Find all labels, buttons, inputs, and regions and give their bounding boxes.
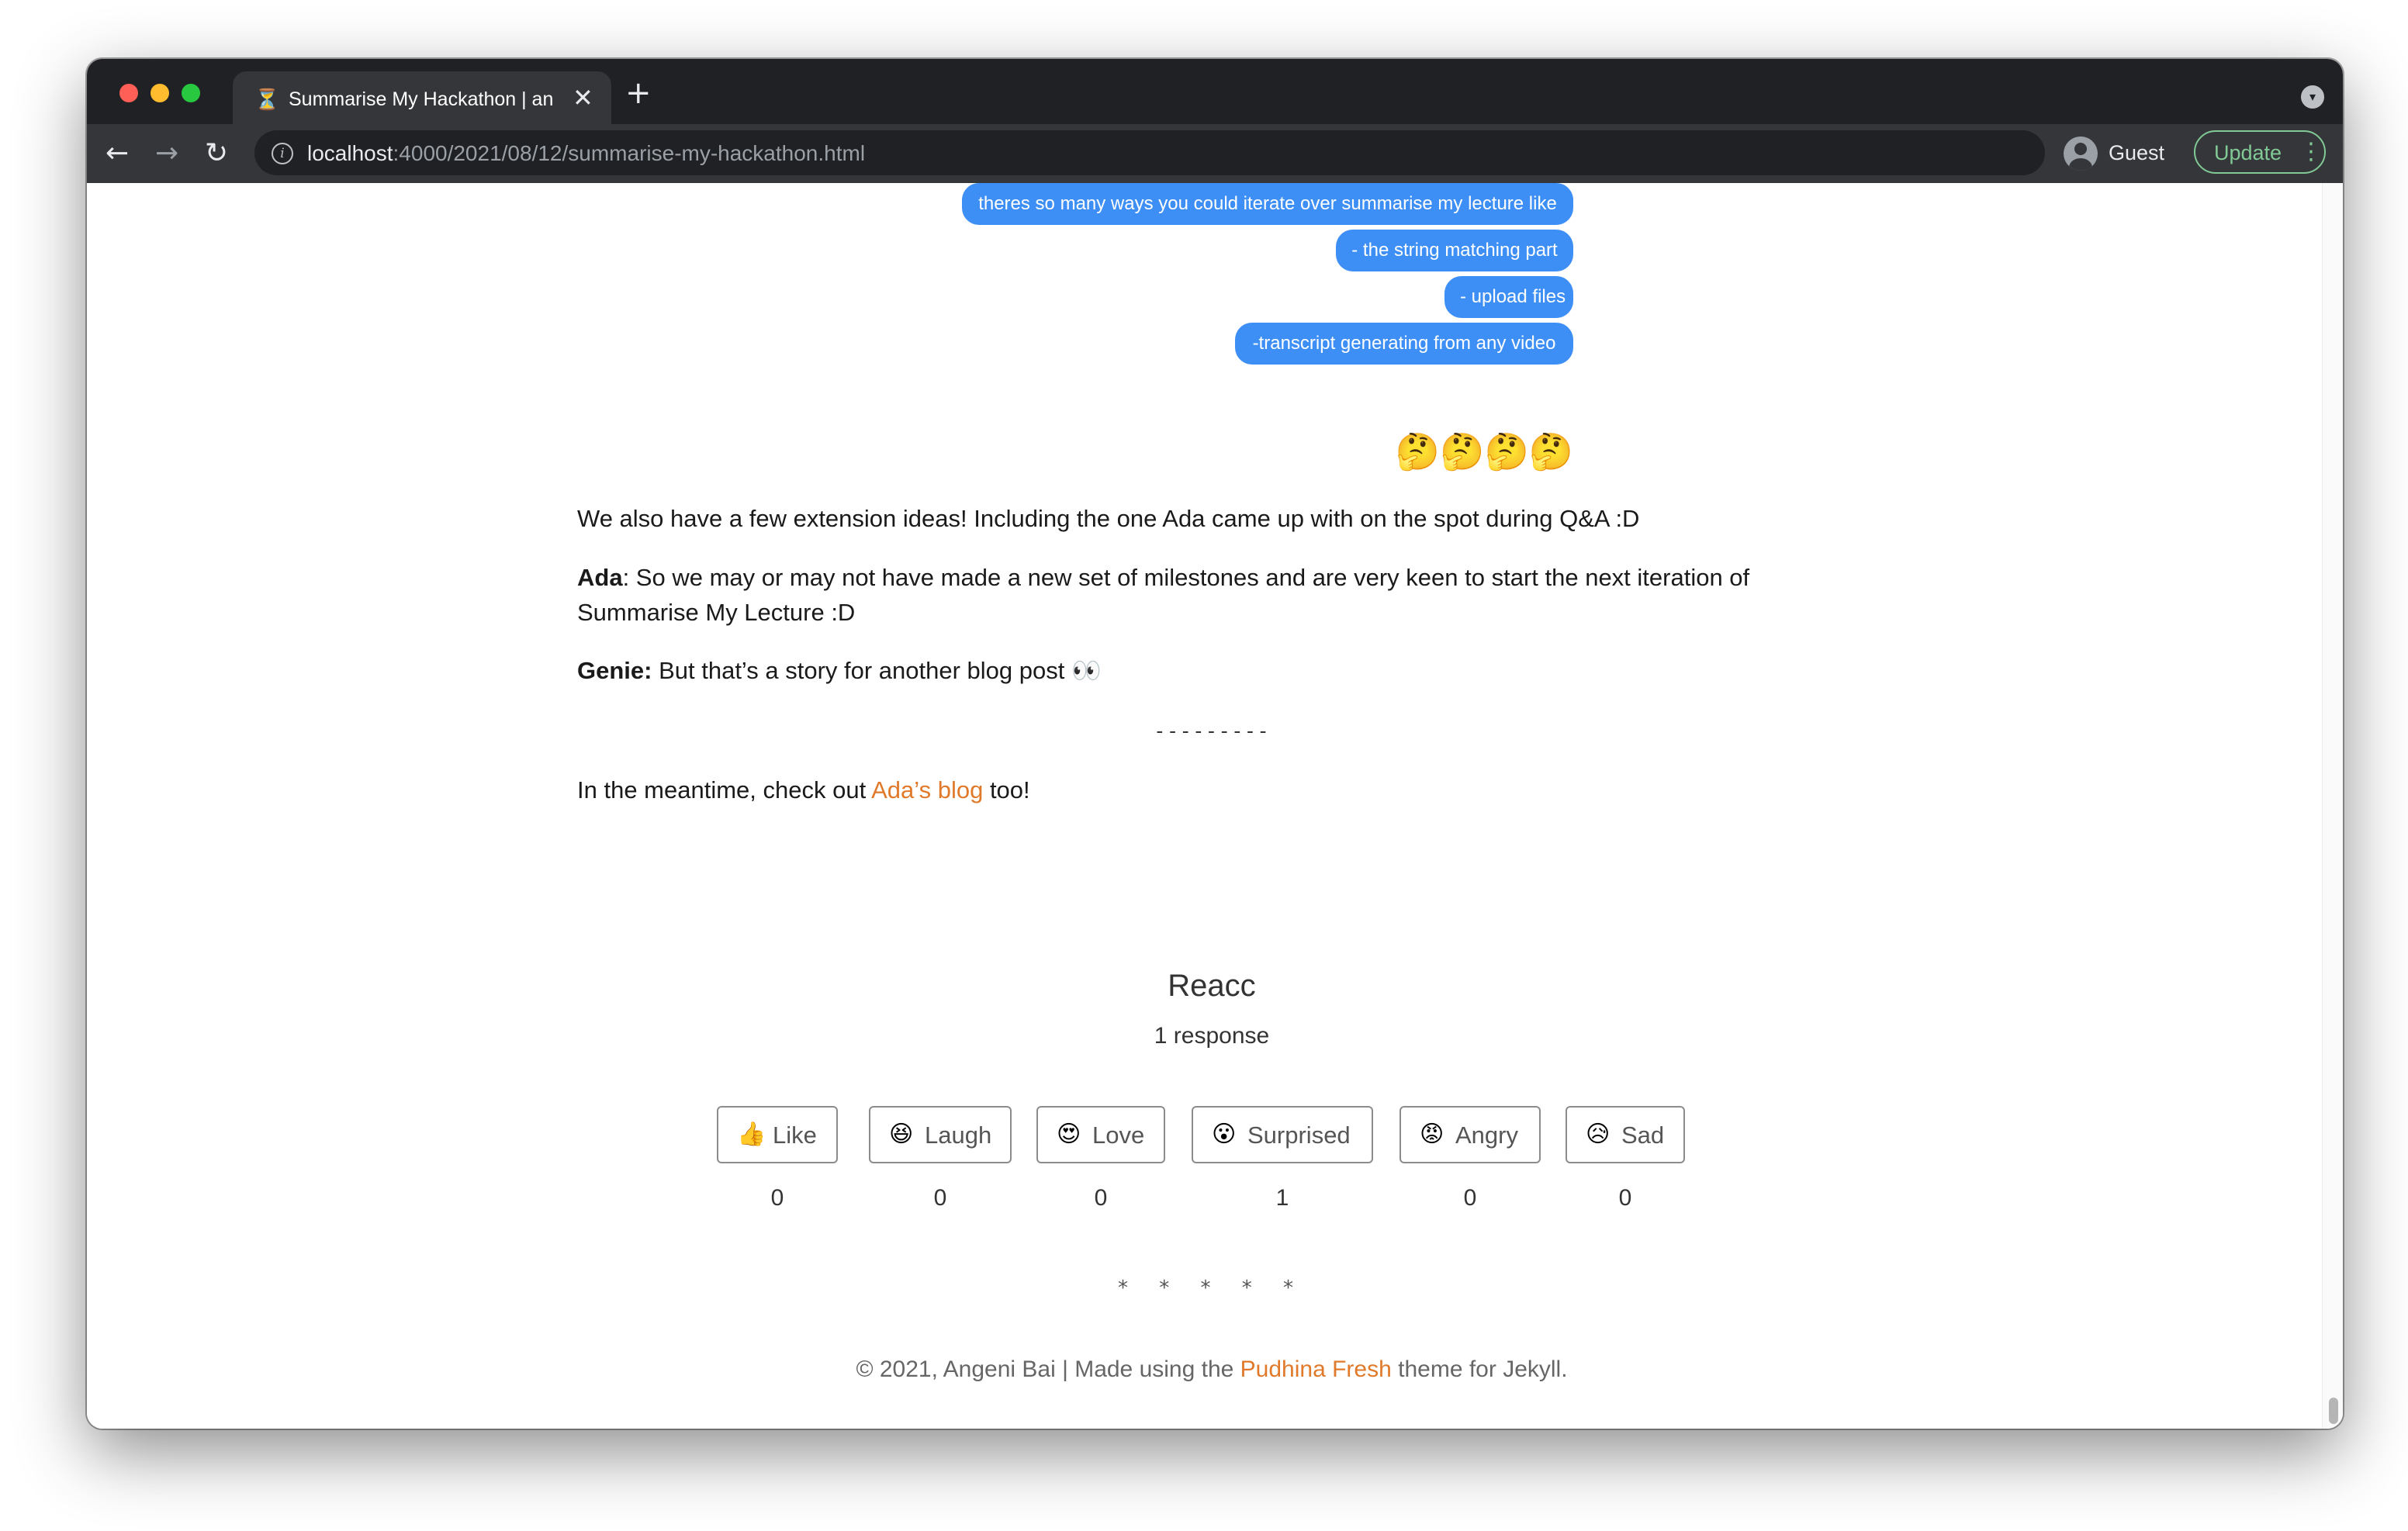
profile-avatar-icon[interactable] <box>2064 137 2098 171</box>
reaction-label: Laugh <box>925 1121 992 1149</box>
like-reaction-button[interactable]: 👍 Like <box>717 1106 838 1163</box>
chat-bubble: - the string matching part <box>1336 230 1573 271</box>
page-content: theres so many ways you could iterate ov… <box>87 183 2343 1429</box>
address-bar[interactable]: i localhost:4000/2021/08/12/summarise-my… <box>254 130 2045 175</box>
new-tab-button[interactable]: + <box>625 76 652 110</box>
update-label: Update <box>2214 141 2282 164</box>
surprised-count: 1 <box>1275 1185 1289 1211</box>
heart-eyes-icon: 😍 <box>1057 1121 1081 1148</box>
minimize-window-button[interactable] <box>150 84 169 102</box>
thinking-emoji-row: 🤔🤔🤔🤔 <box>1395 430 1573 472</box>
page-scrollbar[interactable] <box>2322 183 2343 1429</box>
reaction-label: Like <box>773 1121 817 1149</box>
browser-window: ⏳ Summarise My Hackathon | and ✕ + ▾ ← →… <box>87 59 2343 1429</box>
text-divider: --------- <box>1154 720 1270 743</box>
chat-bubble: - upload files <box>1444 276 1573 318</box>
scrollbar-thumb[interactable] <box>2329 1398 2338 1424</box>
laugh-reaction-button[interactable]: 😆 Laugh <box>869 1106 1012 1163</box>
footer-after: theme for Jekyll. <box>1391 1356 1568 1382</box>
hourglass-favicon-icon: ⏳ <box>254 88 280 112</box>
thumbs-up-icon: 👍 <box>737 1121 766 1148</box>
theme-link[interactable]: Pudhina Fresh <box>1240 1356 1392 1382</box>
browser-toolbar: ← → ↻ i localhost:4000/2021/08/12/summar… <box>87 124 2343 183</box>
star-separator: * * * * * <box>1117 1277 1306 1300</box>
url-host: localhost <box>307 141 393 165</box>
tab-title: Summarise My Hackathon | and <box>289 88 552 110</box>
love-count: 0 <box>1094 1185 1108 1211</box>
footer-copyright: © 2021, Angeni Bai | Made using the <box>856 1356 1240 1382</box>
reload-icon[interactable]: ↻ <box>205 138 228 169</box>
browser-tab[interactable]: ⏳ Summarise My Hackathon | and ✕ <box>233 71 611 124</box>
ada-text: : So we may or may not have made a new s… <box>577 564 1750 626</box>
update-button[interactable]: Update ⋮ <box>2194 130 2326 174</box>
angry-count: 0 <box>1463 1185 1477 1211</box>
site-info-icon[interactable]: i <box>272 143 293 164</box>
back-arrow-icon[interactable]: ← <box>106 138 129 169</box>
surprised-face-icon: 😮 <box>1212 1121 1237 1148</box>
laugh-count: 0 <box>933 1185 947 1211</box>
paragraph-genie: Genie: But that’s a story for another bl… <box>577 653 1787 688</box>
tab-close-icon[interactable]: ✕ <box>573 82 593 113</box>
kebab-menu-icon[interactable]: ⋮ <box>2299 138 2323 166</box>
surprised-reaction-button[interactable]: 😮 Surprised <box>1192 1106 1373 1163</box>
reactions-title: Reacc <box>1168 969 1256 1003</box>
profile-name[interactable]: Guest <box>2109 140 2164 166</box>
reaction-label: Love <box>1092 1121 1145 1149</box>
angry-face-icon: 😡 <box>1420 1121 1444 1148</box>
genie-text: But that’s a story for another blog post… <box>652 657 1102 684</box>
paragraph-ada: Ada: So we may or may not have made a ne… <box>577 560 1787 630</box>
reaction-label: Sad <box>1621 1121 1665 1149</box>
sad-reaction-button[interactable]: 😥 Sad <box>1566 1106 1685 1163</box>
laughing-face-icon: 😆 <box>889 1121 914 1148</box>
close-window-button[interactable] <box>119 84 138 102</box>
sad-count: 0 <box>1618 1185 1632 1211</box>
tab-search-dropdown-icon[interactable]: ▾ <box>2301 85 2324 109</box>
page-footer: © 2021, Angeni Bai | Made using the Pudh… <box>630 1354 1794 1385</box>
reaction-label: Angry <box>1455 1121 1518 1149</box>
tab-bar: ⏳ Summarise My Hackathon | and ✕ + ▾ <box>87 59 2343 124</box>
reaction-label: Surprised <box>1247 1121 1351 1149</box>
sad-face-icon: 😥 <box>1586 1121 1611 1148</box>
adas-blog-link[interactable]: Ada’s blog <box>871 776 983 804</box>
chat-bubble: -transcript generating from any video <box>1235 323 1573 365</box>
meantime-after-text: too! <box>983 776 1030 804</box>
chat-bubble: theres so many ways you could iterate ov… <box>962 183 1573 225</box>
speaker-genie: Genie: <box>577 657 652 684</box>
love-reaction-button[interactable]: 😍 Love <box>1036 1106 1165 1163</box>
angry-reaction-button[interactable]: 😡 Angry <box>1399 1106 1541 1163</box>
url-text[interactable]: localhost:4000/2021/08/12/summarise-my-h… <box>307 140 865 167</box>
reactions-response-count: 1 response <box>1154 1023 1270 1049</box>
meantime-text: In the meantime, check out <box>577 776 872 804</box>
maximize-window-button[interactable] <box>182 84 200 102</box>
paragraph-extension-ideas: We also have a few extension ideas! Incl… <box>577 505 1640 532</box>
paragraph-meantime: In the meantime, check out Ada’s blog to… <box>577 772 1787 807</box>
like-count: 0 <box>770 1185 784 1211</box>
url-path: :4000/2021/08/12/summarise-my-hackathon.… <box>393 141 866 165</box>
forward-arrow-icon[interactable]: → <box>155 138 178 169</box>
speaker-ada: Ada <box>577 564 623 591</box>
